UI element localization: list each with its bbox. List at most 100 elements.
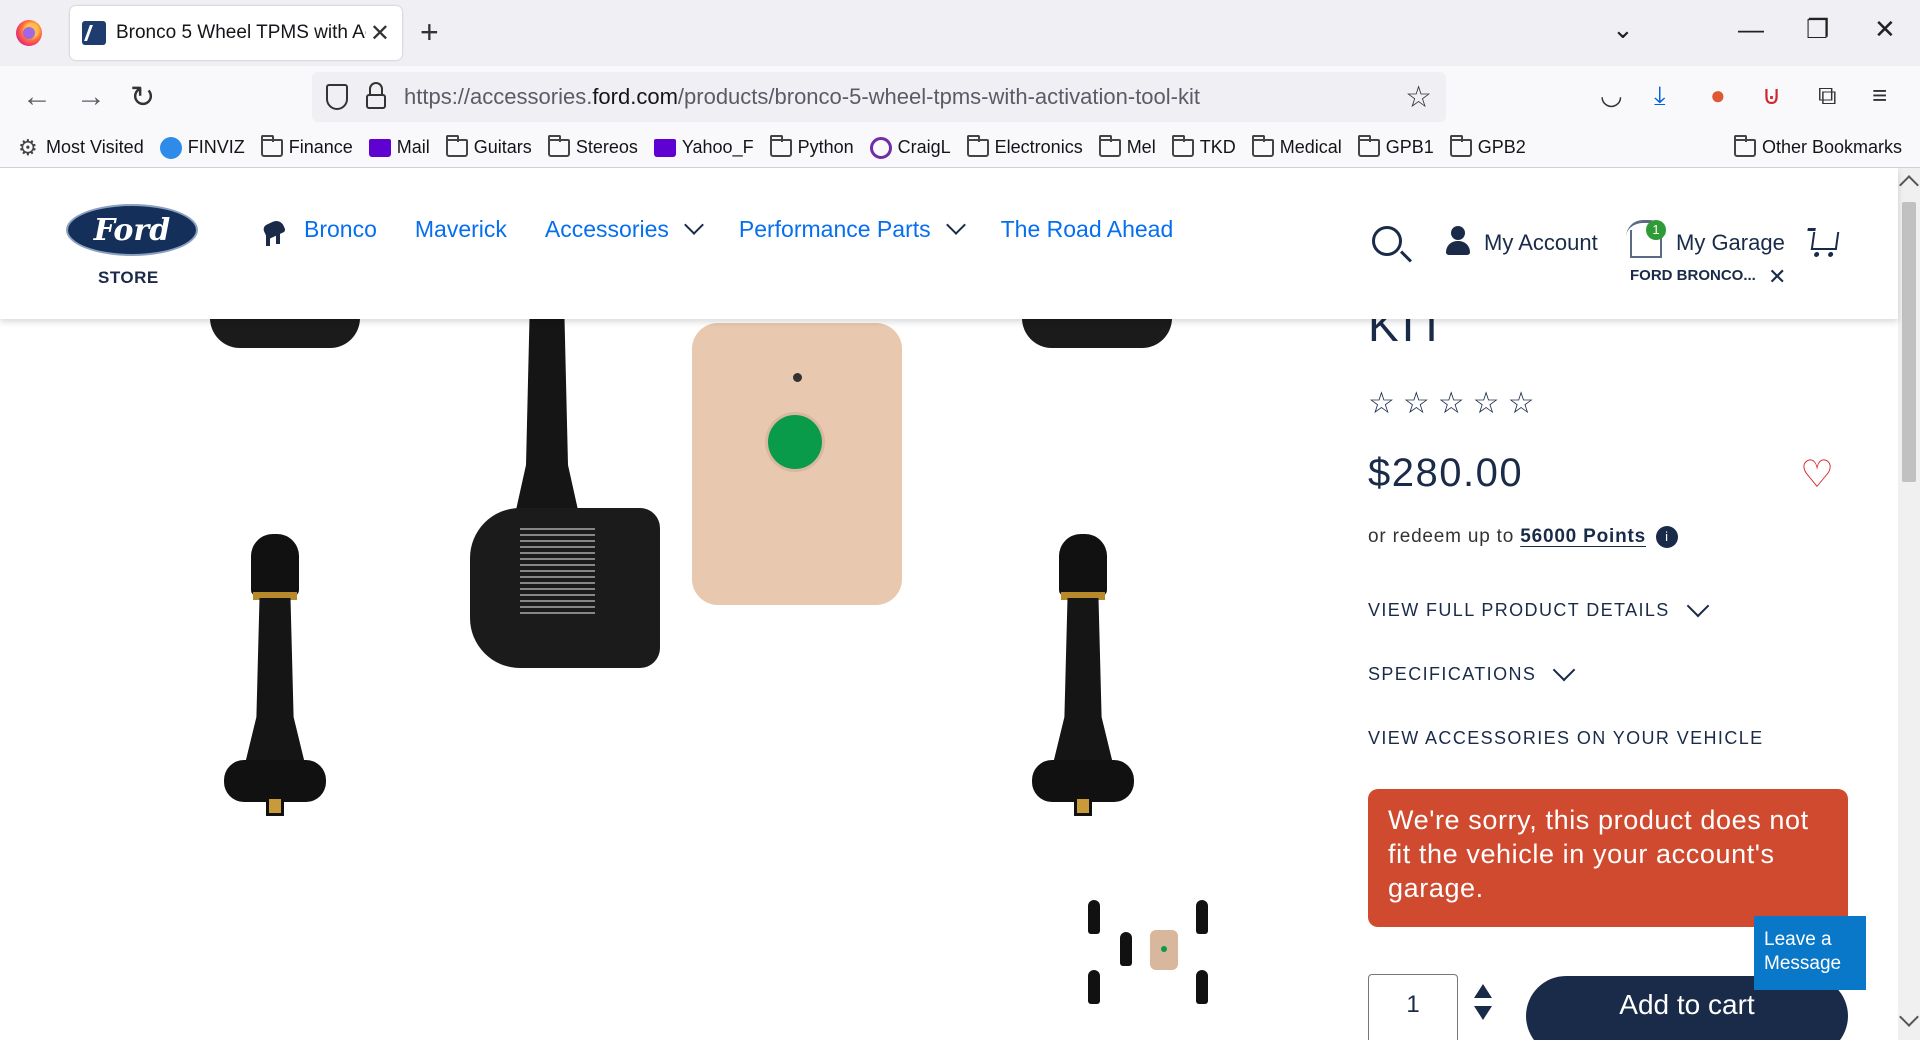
my-garage-link[interactable]: My Garage <box>1676 230 1785 256</box>
firefox-icon[interactable] <box>16 20 42 46</box>
duckduckgo-icon[interactable]: ● <box>1710 80 1726 111</box>
quantity-increase-icon[interactable] <box>1474 984 1492 998</box>
bookmark-item[interactable]: ⚙ Most Visited <box>18 136 144 159</box>
bookmark-item[interactable]: Stereos <box>547 134 638 158</box>
quantity-decrease-icon[interactable] <box>1474 1006 1492 1020</box>
garage-vehicle-name[interactable]: FORD BRONCO... <box>1630 267 1756 284</box>
active-tab[interactable]: Bronco 5 Wheel TPMS with Acti ✕ <box>70 6 402 60</box>
product-thumbnail[interactable] <box>1080 888 1220 1018</box>
redeem-points: or redeem up to 56000 Points i <box>1368 526 1678 548</box>
scroll-down-icon[interactable] <box>1899 1007 1919 1027</box>
points-link[interactable]: 56000 Points <box>1520 526 1646 547</box>
green-button-graphic <box>768 415 822 469</box>
info-icon[interactable]: i <box>1656 526 1678 548</box>
bookmark-item[interactable]: GPB1 <box>1357 134 1434 158</box>
bookmark-item[interactable]: CraigL <box>869 136 951 159</box>
extensions-icon[interactable]: ⧉ <box>1818 80 1837 112</box>
bookmark-item[interactable]: FINVIZ <box>159 136 245 159</box>
other-bookmarks-label: Other Bookmarks <box>1761 137 1902 157</box>
view-full-details-toggle[interactable]: VIEW FULL PRODUCT DETAILS <box>1368 594 1710 621</box>
bookmark-label: Mail <box>396 137 430 157</box>
ford-logo[interactable]: Ford <box>66 204 198 256</box>
back-icon[interactable]: ← <box>22 80 52 114</box>
account-icon[interactable] <box>1446 226 1470 256</box>
folder-icon <box>1251 134 1274 157</box>
view-accessories-link[interactable]: VIEW ACCESSORIES ON YOUR VEHICLE <box>1368 728 1764 749</box>
quantity-input[interactable]: 1 <box>1368 974 1458 1040</box>
bookmark-item[interactable]: TKD <box>1171 134 1236 158</box>
reload-icon[interactable]: ↻ <box>130 80 155 115</box>
activation-tool-image <box>692 323 902 605</box>
address-bar[interactable]: https://accessories.ford.com/products/br… <box>312 72 1446 122</box>
bookmark-item[interactable]: Medical <box>1251 134 1342 158</box>
purple-icon <box>653 138 676 157</box>
fitment-alert: We're sorry, this product does not fit t… <box>1368 789 1848 927</box>
peace-icon <box>869 136 892 159</box>
bookmark-label: Finance <box>288 137 353 157</box>
scrollbar-thumb[interactable] <box>1902 202 1916 482</box>
wishlist-heart-icon[interactable]: ♡ <box>1800 452 1834 497</box>
garage-count-badge: 1 <box>1646 220 1666 240</box>
list-tabs-icon[interactable]: ⌄ <box>1612 14 1634 45</box>
bookmark-item[interactable]: Finance <box>260 134 353 158</box>
page-scrollbar[interactable] <box>1898 168 1920 1040</box>
circle-icon <box>159 136 182 159</box>
cart-icon[interactable] <box>1810 232 1840 250</box>
ford-favicon-icon <box>82 21 106 45</box>
bookmark-item[interactable]: Mel <box>1098 134 1156 158</box>
other-bookmarks[interactable]: Other Bookmarks <box>1733 134 1902 158</box>
bookmark-item[interactable]: GPB2 <box>1449 134 1526 158</box>
folder-icon <box>1098 134 1121 157</box>
web-page: KIT ☆☆☆☆☆ $280.00 ♡ or redeem up to 5600… <box>0 168 1920 1040</box>
lock-icon[interactable] <box>366 82 386 110</box>
bookmark-item[interactable]: Mail <box>368 137 430 158</box>
restore-icon[interactable]: ❐ <box>1806 14 1829 45</box>
folder-icon <box>260 134 283 157</box>
downloads-icon[interactable]: ⤓ <box>1654 80 1666 112</box>
specifications-toggle[interactable]: SPECIFICATIONS <box>1368 658 1576 685</box>
nav-bronco[interactable]: Bronco <box>258 212 377 246</box>
nav-maverick[interactable]: Maverick <box>415 216 507 243</box>
nav-performance-parts[interactable]: Performance Parts <box>739 215 966 243</box>
window-close-icon[interactable]: ✕ <box>1874 14 1896 45</box>
nav-accessories[interactable]: Accessories <box>545 215 704 243</box>
browser-tab-bar: Bronco 5 Wheel TPMS with Acti ✕ + ⌄ — ❐ … <box>0 0 1920 66</box>
bookmark-item[interactable]: Yahoo_F <box>653 137 754 158</box>
specifications-label: SPECIFICATIONS <box>1368 664 1537 684</box>
main-nav: Bronco Maverick Accessories Performance … <box>258 212 1211 246</box>
pocket-icon[interactable]: ◡ <box>1600 80 1623 111</box>
minimize-icon[interactable]: — <box>1738 14 1764 45</box>
tracking-shield-icon[interactable] <box>326 84 348 110</box>
leave-message-button[interactable]: Leave a Message <box>1754 916 1866 990</box>
my-account-link[interactable]: My Account <box>1484 230 1598 256</box>
valve-stem-image <box>220 534 330 834</box>
store-label[interactable]: STORE <box>98 268 159 288</box>
bookmark-label: Stereos <box>575 137 638 157</box>
search-icon[interactable] <box>1372 226 1402 256</box>
folder-icon <box>547 134 570 157</box>
valve-stem-image <box>512 318 582 528</box>
bookmark-item[interactable]: Guitars <box>445 134 532 158</box>
folder-icon <box>769 134 792 157</box>
scroll-up-icon[interactable] <box>1899 175 1919 195</box>
view-accessories-label: VIEW ACCESSORIES ON YOUR VEHICLE <box>1368 728 1764 748</box>
nav-road-ahead[interactable]: The Road Ahead <box>1001 216 1174 243</box>
remove-vehicle-icon[interactable]: ✕ <box>1768 264 1786 290</box>
url-text[interactable]: https://accessories.ford.com/products/br… <box>404 84 1200 110</box>
bookmark-label: TKD <box>1199 137 1236 157</box>
bookmark-item[interactable]: Electronics <box>966 134 1083 158</box>
bookmark-star-icon[interactable]: ☆ <box>1405 80 1432 115</box>
new-tab-icon[interactable]: + <box>420 14 439 51</box>
forward-icon[interactable]: → <box>76 80 106 114</box>
close-tab-icon[interactable]: ✕ <box>370 19 390 48</box>
bookmark-item[interactable]: Python <box>769 134 854 158</box>
bookmark-label: Medical <box>1279 137 1342 157</box>
bookmark-label: Mel <box>1126 137 1156 157</box>
extension-shield-icon[interactable]: ⊍ <box>1762 80 1781 111</box>
rating-stars[interactable]: ☆☆☆☆☆ <box>1368 386 1542 421</box>
tpms-sensor-image <box>470 508 660 668</box>
bookmark-label: CraigL <box>897 137 951 157</box>
bookmark-label: Most Visited <box>46 137 144 157</box>
folder-icon <box>966 134 989 157</box>
menu-icon[interactable]: ≡ <box>1872 80 1887 111</box>
